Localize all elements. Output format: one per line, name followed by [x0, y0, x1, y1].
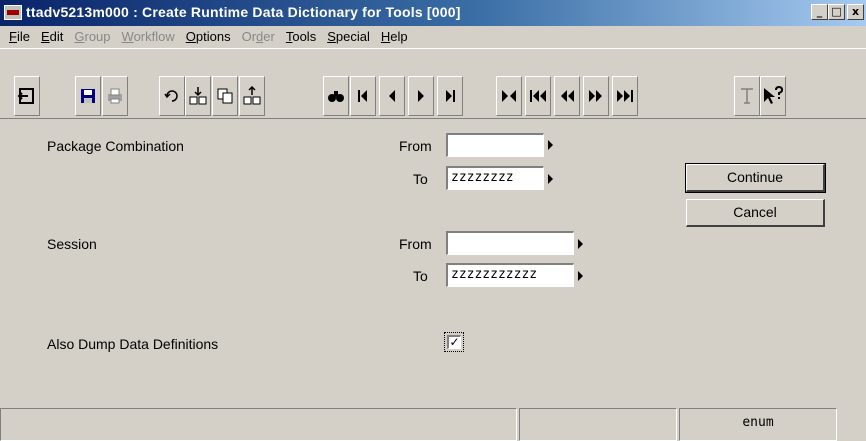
- minimize-button[interactable]: _: [811, 4, 828, 20]
- insert-button[interactable]: [185, 76, 211, 116]
- window-title: ttadv5213m000 : Create Runtime Data Dict…: [26, 4, 461, 20]
- save-icon: [81, 89, 95, 103]
- first-icon: [358, 90, 367, 102]
- delete-icon: [243, 85, 261, 105]
- first-record-button[interactable]: [350, 76, 376, 116]
- session-from-label: From: [399, 236, 432, 252]
- text-button[interactable]: [734, 76, 760, 116]
- form-area: [0, 118, 866, 409]
- whats-this-button[interactable]: [760, 76, 786, 116]
- insert-icon: [189, 87, 207, 105]
- next-record-button[interactable]: [408, 76, 434, 116]
- exit-icon: [17, 88, 34, 104]
- app-icon[interactable]: [4, 5, 22, 20]
- session-to-field[interactable]: zzzzzzzzzzz: [446, 263, 574, 287]
- last-record-button[interactable]: [437, 76, 463, 116]
- save-button[interactable]: [75, 76, 101, 116]
- package-from-field[interactable]: [446, 133, 544, 157]
- package-to-label: To: [413, 171, 428, 187]
- previous-record-button[interactable]: [379, 76, 405, 116]
- menu-tools[interactable]: Tools: [281, 29, 322, 44]
- package-combination-label: Package Combination: [47, 138, 184, 154]
- find-icon: [328, 91, 344, 102]
- dump-definitions-checkbox[interactable]: ✓: [444, 332, 464, 352]
- close-button[interactable]: x: [847, 4, 864, 20]
- session-to-label: To: [413, 268, 428, 284]
- dump-definitions-label: Also Dump Data Definitions: [47, 336, 219, 352]
- cancel-button[interactable]: Cancel: [686, 199, 825, 227]
- text-icon: [741, 88, 753, 104]
- checkmark-icon: ✓: [447, 335, 461, 349]
- find-button[interactable]: [323, 76, 349, 116]
- close-icon: x: [851, 5, 860, 18]
- menu-edit[interactable]: Edit: [36, 29, 69, 44]
- delete-button[interactable]: [239, 76, 265, 116]
- menu-special[interactable]: Special: [322, 29, 376, 44]
- copy-button[interactable]: [212, 76, 238, 116]
- status-pane-middle: [519, 408, 677, 441]
- help-pointer-icon: [764, 86, 784, 104]
- session-label: Session: [47, 236, 97, 252]
- undo-button[interactable]: [159, 76, 185, 116]
- menu-options[interactable]: Options: [181, 29, 237, 44]
- undo-icon: [164, 90, 178, 102]
- next-icon: [418, 90, 424, 102]
- last-page-button[interactable]: [612, 76, 638, 116]
- minimize-icon: _: [816, 5, 823, 18]
- status-pane-main: [0, 408, 517, 441]
- next-page-button[interactable]: [583, 76, 609, 116]
- print-button[interactable]: [102, 76, 128, 116]
- copy-icon: [217, 88, 233, 104]
- previous-page-button[interactable]: [554, 76, 580, 116]
- menu-file[interactable]: File: [4, 29, 36, 44]
- last-icon: [446, 90, 455, 102]
- next-page-icon: [589, 90, 602, 102]
- maximize-button[interactable]: □: [828, 4, 845, 20]
- first-page-button[interactable]: [525, 76, 551, 116]
- last-page-icon: [617, 90, 633, 102]
- menu-order[interactable]: Order: [237, 29, 281, 44]
- previous-page-icon: [561, 90, 574, 102]
- session-to-zoom-arrow-icon[interactable]: [578, 271, 583, 281]
- first-set-button[interactable]: [496, 76, 522, 116]
- print-icon: [108, 88, 122, 104]
- exit-button[interactable]: [14, 76, 40, 116]
- session-from-field[interactable]: [446, 231, 574, 255]
- first-page-icon: [530, 90, 546, 102]
- status-pane-mode: enum: [679, 408, 837, 441]
- menu-group[interactable]: Group: [69, 29, 116, 44]
- menu-workflow[interactable]: Workflow: [117, 29, 181, 44]
- first-set-icon: [502, 90, 516, 102]
- package-to-zoom-arrow-icon[interactable]: [548, 174, 553, 184]
- session-from-zoom-arrow-icon[interactable]: [578, 239, 583, 249]
- previous-icon: [389, 90, 395, 102]
- package-to-field[interactable]: zzzzzzzz: [446, 166, 544, 190]
- menu-bar: File Edit Group Workflow Options Order T…: [0, 26, 866, 46]
- maximize-icon: □: [831, 5, 842, 18]
- menu-help[interactable]: Help: [376, 29, 414, 44]
- continue-button[interactable]: Continue: [685, 163, 826, 193]
- package-from-zoom-arrow-icon[interactable]: [548, 140, 553, 150]
- package-from-label: From: [399, 138, 432, 154]
